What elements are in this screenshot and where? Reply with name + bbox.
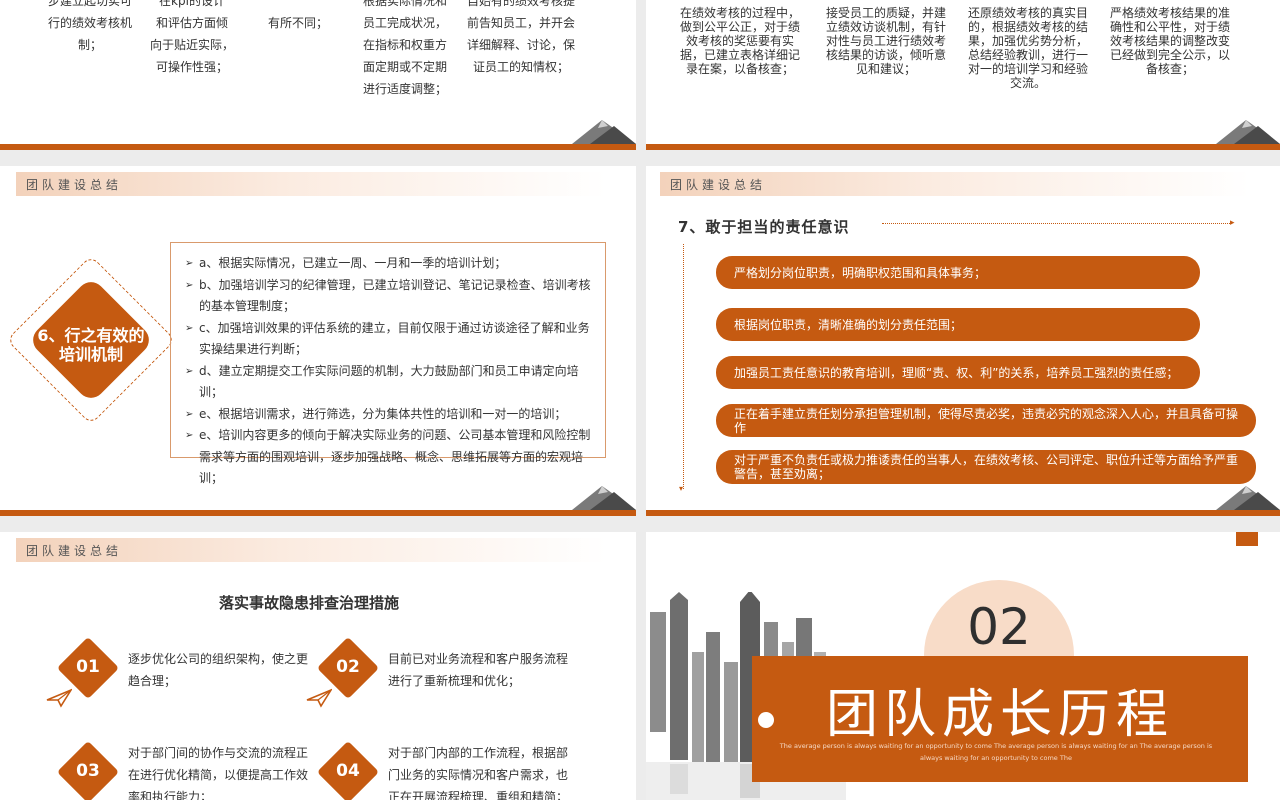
paper-plane-icon: [46, 688, 72, 708]
section-header: 团队建设总结: [26, 544, 123, 558]
column-text: 接受员工的质疑，并建立绩效访谈机制，有针对性与员工进行绩效考核结果的访谈，倾听意…: [825, 6, 946, 76]
slide-section-cover: 02 团队成长历程 The average person is always w…: [646, 532, 1280, 800]
slide-title: 落实事故隐患排查治理措施: [218, 594, 399, 612]
paper-plane-icon: [306, 688, 332, 708]
column-text: 在kpi的设计 和评估方面倾 向于贴近实际， 可操作性强；: [149, 0, 234, 74]
item-text: 目前已对业务流程和客户服务流程进行了重新梳理和优化；: [388, 652, 569, 688]
horizontal-gutter-top: [0, 150, 1280, 166]
training-list-box: ➢ a、根据实际情况，已建立一周、一月和一季的培训计划； ➢ b、加强培训学习的纪律…: [170, 242, 606, 485]
section-title: 团队成长历程: [825, 685, 1174, 745]
section-number: 02: [967, 598, 1031, 656]
list-item: ➢ e、根据培训需求，进行筛选，分为集体共性的培训和一对一的培训；: [171, 404, 595, 426]
column-text: 自始有的绩效考核提 前告知员工，并开会 详细解释、讨论，保 证员工的知情权；: [466, 0, 575, 74]
arrow-right-icon: ▸: [1230, 218, 1235, 228]
arrow-bullet-icon: ➢: [185, 279, 194, 291]
slide-training-mechanism: 团队建设总结 6、行之有效的培训机制 ➢ a、根据实际情况，已建立一周、一月和一季…: [0, 166, 636, 516]
arrow-bullet-icon: ➢: [185, 408, 194, 420]
slide-title: 7、敢于担当的责任意识: [678, 218, 850, 236]
responsibility-pill: 严格划分岗位职责，明确职权范围和具体事务；: [716, 256, 1200, 289]
bottom-bar: [0, 144, 636, 150]
arrow-bullet-icon: ➢: [185, 430, 194, 441]
responsibility-pill: 正在着手建立责任划分承担管理机制，使得尽责必奖，违责必究的观念深入人心，并且具备…: [716, 404, 1256, 437]
horizontal-gutter-middle: [0, 516, 1280, 532]
item-number: 01: [76, 657, 100, 677]
bottom-bar: [646, 144, 1280, 150]
arrow-bullet-icon: ➢: [185, 258, 194, 269]
item-number: 03: [76, 761, 100, 781]
slide-performance-part-2: 在绩效考核的过程中，做到公平公正，对于绩效考核的奖惩要有实据，已建立表格详细记录…: [646, 0, 1280, 150]
column-text: 严格绩效考核结果的准确性和公平性，对于绩效考核结果的调整改变已经做到完全公示，以…: [1109, 6, 1230, 76]
dotted-vertical-line: [683, 244, 684, 489]
arrow-down-icon: ▾: [679, 484, 684, 493]
bottom-bar: [646, 510, 1280, 516]
item-number: 04: [336, 761, 360, 781]
mountain-decoration: [572, 486, 636, 510]
item-number: 02: [336, 657, 360, 677]
training-list: ➢ a、根据实际情况，已建立一周、一月和一季的培训计划； ➢ b、加强培训学习的纪律…: [171, 243, 605, 490]
corner-square: [1236, 532, 1258, 546]
mountain-decoration: [572, 120, 636, 144]
slide-responsibility: 团队建设总结 7、敢于担当的责任意识 ▸ ▾ 严格划分岗位职责，明确职权范围和具…: [646, 166, 1280, 516]
diamond-label: 6、行之有效的培训机制: [37, 326, 145, 364]
slide-hazard-measures: 团队建设总结 落实事故隐患排查治理措施 01 逐步优化公司的组织架构，使之更趋合…: [0, 532, 636, 800]
responsibility-pill: 加强员工责任意识的教育培训，理顺“责、权、利”的关系，培养员工强烈的责任感；: [716, 356, 1200, 389]
column-text: 还原绩效考核的真实目的，根据绩效考核的结果，加强优劣势分析，总结经验教训，进行一…: [967, 6, 1088, 90]
column-text: . 有所不同；: [267, 16, 328, 30]
mountain-decoration: [1216, 120, 1280, 144]
column-text: 在绩效考核的过程中，做到公平公正，对于绩效考核的奖惩要有实据，已建立表格详细记录…: [679, 6, 800, 76]
responsibility-pill: 对于严重不负责任或极力推诿责任的当事人，在绩效考核、公司评定、职位升迁等方面给予…: [716, 450, 1256, 484]
section-subtitle: The average person is always waiting for…: [779, 742, 1213, 762]
dotted-line: [882, 223, 1232, 224]
section-header: 团队建设总结: [670, 178, 767, 192]
list-item: ➢ d、建立定期提交工作实际问题的机制，大力鼓励部门和员工申请定向培训；: [171, 361, 595, 404]
arrow-bullet-icon: ➢: [185, 322, 194, 334]
bottom-bar: [0, 510, 636, 516]
responsibility-pill: 根据岗位职责，清晰准确的划分责任范围；: [716, 308, 1200, 341]
section-header: 团队建设总结: [26, 178, 123, 192]
vertical-gutter: [636, 0, 646, 800]
column-text: 根据实际情况和 员工完成状况， 在指标和权重方 面定期或不定期 进行适度调整；: [362, 0, 447, 96]
list-item: ➢ a、根据实际情况，已建立一周、一月和一季的培训计划；: [171, 253, 595, 275]
header-band: 团队建设总结: [660, 172, 1250, 196]
mountain-decoration: [1216, 486, 1280, 510]
item-text: 对于部门间的协作与交流的流程正在进行优化精简，以便提高工作效率和执行能力；: [128, 746, 309, 800]
header-band: 团队建设总结: [16, 538, 606, 562]
slide-performance-part-1: 步建立起切实可 行的绩效考核机 制； 在kpi的设计 和评估方面倾 向于贴近实际…: [0, 0, 636, 150]
arrow-bullet-icon: ➢: [185, 365, 194, 377]
list-item: ➢ b、加强培训学习的纪律管理，已建立培训登记、笔记记录检查、培训考核的基本管理制…: [171, 275, 595, 318]
item-text: 对于部门内部的工作流程，根据部门业务的实际情况和客户需求，也正在开展流程梳理、重…: [388, 746, 569, 800]
column-text: 步建立起切实可 行的绩效考核机 制；: [47, 0, 132, 52]
header-band: 团队建设总结: [16, 172, 606, 196]
list-item: ➢ e、培训内容更多的倾向于解决实际业务的问题、公司基本管理和风险控制需求等方面的…: [171, 425, 595, 490]
list-item: ➢ c、加强培训效果的评估系统的建立，目前仅限于通过访谈途径了解和业务实操结果进行…: [171, 318, 595, 361]
item-text: 逐步优化公司的组织架构，使之更趋合理；: [128, 652, 309, 688]
